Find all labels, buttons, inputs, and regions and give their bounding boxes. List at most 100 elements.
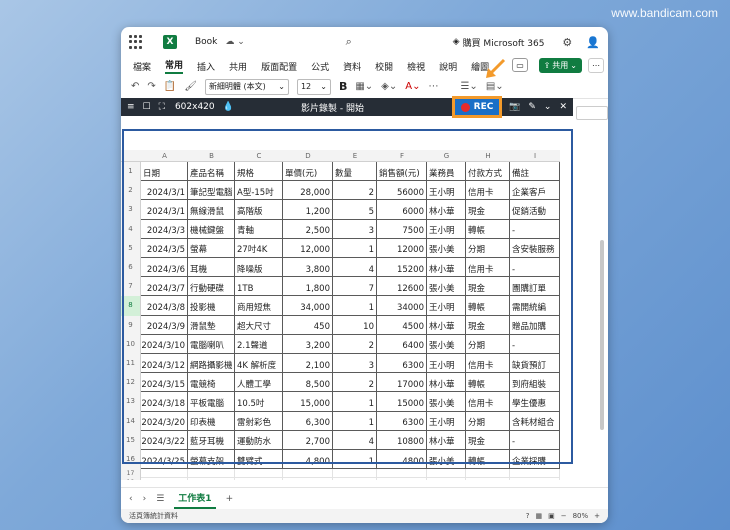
cell[interactable]: 數量 [333, 162, 377, 182]
cell[interactable]: 4 [333, 258, 377, 278]
cell[interactable]: 2,500 [283, 219, 333, 239]
column-header[interactable]: I [510, 150, 560, 162]
row-header[interactable]: 1 [121, 162, 141, 182]
cell[interactable]: 15000 [377, 392, 427, 412]
cell[interactable] [235, 469, 283, 479]
cell[interactable]: 15200 [377, 258, 427, 278]
cell[interactable] [427, 478, 466, 480]
row-header[interactable]: 4 [121, 219, 141, 239]
cell[interactable]: 轉帳 [466, 219, 510, 239]
cell[interactable]: 1 [333, 411, 377, 431]
cell[interactable]: 雷射彩色 [235, 411, 283, 431]
cell[interactable] [333, 469, 377, 479]
cell[interactable]: - [510, 430, 560, 450]
cell[interactable]: 含耗材組合 [510, 411, 560, 431]
row-header[interactable]: 13 [121, 392, 141, 412]
column-header[interactable]: E [333, 150, 377, 162]
cell[interactable]: 滑鼠墊 [188, 315, 235, 335]
tab-review[interactable]: 校閱 [375, 60, 393, 73]
cell[interactable] [188, 478, 235, 480]
cell[interactable]: 到府組裝 [510, 373, 560, 393]
cell[interactable]: 3,200 [283, 334, 333, 354]
cell[interactable]: 電腦喇叭 [188, 334, 235, 354]
clipboard-icon[interactable]: 📋 [164, 81, 176, 92]
page-layout-icon[interactable]: ▣ [548, 512, 555, 520]
cell[interactable]: - [510, 219, 560, 239]
window-mode-icon[interactable]: ☐ [143, 102, 151, 112]
cell[interactable]: 雙臂式 [235, 450, 283, 470]
cell[interactable]: 28,000 [283, 181, 333, 201]
cell[interactable] [466, 469, 510, 479]
row-header[interactable]: 14 [121, 411, 141, 431]
cell[interactable]: 銷售額(元) [377, 162, 427, 182]
cell[interactable]: 2024/3/22 [141, 430, 188, 450]
all-sheets-icon[interactable]: ☰ [156, 494, 164, 504]
bold-button[interactable]: B [339, 80, 347, 93]
cell[interactable]: 現金 [466, 200, 510, 220]
cell[interactable] [377, 469, 427, 479]
cell[interactable]: 張小美 [427, 392, 466, 412]
cell[interactable]: 450 [283, 315, 333, 335]
cell[interactable]: 運動防水 [235, 430, 283, 450]
cell[interactable]: 現金 [466, 277, 510, 297]
cell[interactable]: 2 [333, 334, 377, 354]
row-header[interactable]: 17 [121, 469, 141, 479]
app-launcher-icon[interactable] [129, 35, 143, 49]
cell[interactable]: 7 [333, 277, 377, 297]
cell[interactable]: 2 [333, 373, 377, 393]
cell[interactable]: 34000 [377, 296, 427, 316]
cell[interactable]: 10.5吋 [235, 392, 283, 412]
cell[interactable]: 信用卡 [466, 392, 510, 412]
cell[interactable] [510, 478, 560, 480]
cell[interactable]: 超大尺寸 [235, 315, 283, 335]
cell[interactable]: 2024/3/10 [141, 334, 188, 354]
cell[interactable]: 投影機 [188, 296, 235, 316]
cell[interactable]: 12,000 [283, 238, 333, 258]
account-avatar-icon[interactable]: 👤 [586, 36, 600, 49]
row-header[interactable]: 15 [121, 430, 141, 450]
tab-share[interactable]: 共用 [229, 60, 247, 73]
cell[interactable] [188, 469, 235, 479]
cell[interactable]: 轉帳 [466, 450, 510, 470]
cell[interactable]: 4K 解析度 [235, 354, 283, 374]
cell[interactable]: 青軸 [235, 219, 283, 239]
cell[interactable] [235, 478, 283, 480]
column-header[interactable]: G [427, 150, 466, 162]
row-header[interactable]: 9 [121, 315, 141, 335]
cell[interactable]: 王小明 [427, 354, 466, 374]
cell[interactable]: 2024/3/1 [141, 200, 188, 220]
cell[interactable]: 分期 [466, 334, 510, 354]
cell[interactable]: 無線滑鼠 [188, 200, 235, 220]
cell[interactable]: 2.1聲道 [235, 334, 283, 354]
row-header[interactable]: 5 [121, 238, 141, 258]
cell[interactable]: 轉帳 [466, 373, 510, 393]
row-header[interactable]: 7 [121, 277, 141, 297]
cell[interactable]: 張小美 [427, 238, 466, 258]
cell[interactable]: 人體工學 [235, 373, 283, 393]
row-header[interactable]: 2 [121, 181, 141, 201]
cell[interactable]: 6400 [377, 334, 427, 354]
cell[interactable]: 缺貨預訂 [510, 354, 560, 374]
cell[interactable]: 促銷活動 [510, 200, 560, 220]
cell[interactable]: 商用短焦 [235, 296, 283, 316]
wrap-text-icon[interactable]: ▤⌄ [486, 81, 504, 92]
cell[interactable]: 張小美 [427, 277, 466, 297]
zoom-in-icon[interactable]: + [594, 512, 600, 520]
cell[interactable]: 12600 [377, 277, 427, 297]
buy-button[interactable]: ◈ 購買 Microsoft 365 [453, 36, 545, 49]
cell[interactable]: 張小美 [427, 450, 466, 470]
fill-color-icon[interactable]: ◈⌄ [381, 81, 397, 92]
cell[interactable]: 1 [333, 238, 377, 258]
cell[interactable]: 2024/3/5 [141, 238, 188, 258]
fullscreen-icon[interactable]: ⛶ [159, 102, 165, 112]
cell[interactable]: 4500 [377, 315, 427, 335]
cell[interactable]: 網路攝影機 [188, 354, 235, 374]
row-header[interactable]: 6 [121, 258, 141, 278]
row-header[interactable]: 11 [121, 354, 141, 374]
fps-icon[interactable]: 💧 [223, 102, 234, 112]
cell[interactable]: 藍牙耳機 [188, 430, 235, 450]
cell[interactable] [510, 469, 560, 479]
cell[interactable]: 2024/3/25 [141, 450, 188, 470]
cell[interactable]: 6000 [377, 200, 427, 220]
cell[interactable]: 8,500 [283, 373, 333, 393]
